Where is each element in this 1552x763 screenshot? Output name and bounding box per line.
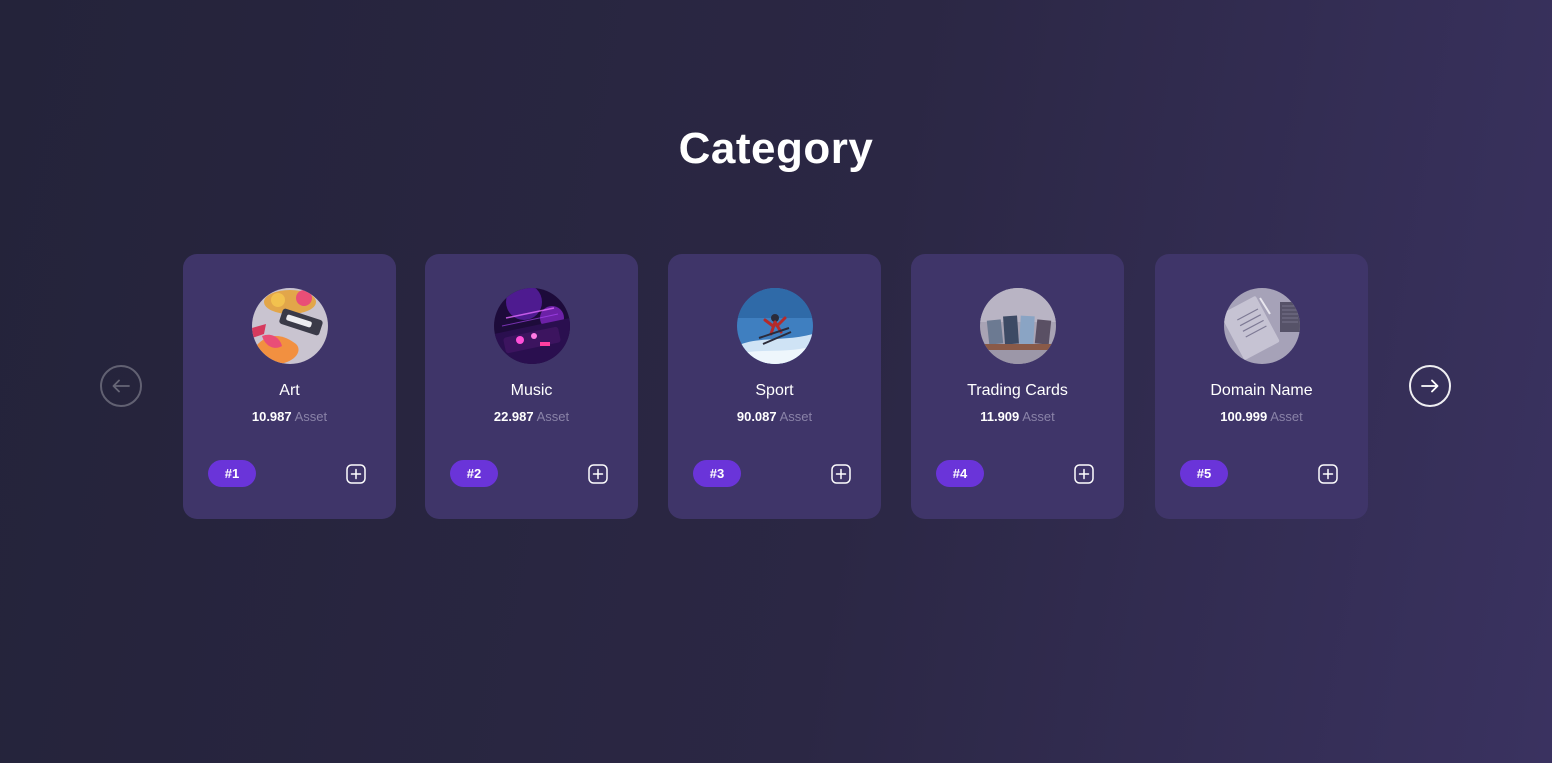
category-name: Music	[510, 382, 553, 399]
plus-square-icon	[1074, 464, 1094, 484]
category-card-trading-cards[interactable]: Trading Cards 11.909 Asset #4	[911, 254, 1124, 519]
category-name: Art	[279, 382, 300, 399]
add-category-button[interactable]	[588, 464, 608, 484]
asset-count-row: 90.087 Asset	[668, 409, 881, 424]
category-name: Domain Name	[1210, 382, 1313, 399]
asset-count: 100.999	[1220, 409, 1268, 424]
asset-count: 90.087	[736, 409, 777, 424]
asset-count: 22.987	[493, 409, 534, 424]
plus-square-icon	[588, 464, 608, 484]
plus-square-icon	[1318, 464, 1338, 484]
asset-label: Asset	[294, 409, 328, 424]
category-name: Sport	[755, 382, 794, 399]
music-thumbnail	[494, 288, 570, 364]
category-carousel: Art 10.987 Asset #1 Music 22.987 Asset #…	[0, 254, 1552, 519]
category-card-music[interactable]: Music 22.987 Asset #2	[425, 254, 638, 519]
category-card-art[interactable]: Art 10.987 Asset #1	[183, 254, 396, 519]
rank-badge: #2	[450, 460, 498, 487]
category-card-sport[interactable]: Sport 90.087 Asset #3	[668, 254, 881, 519]
asset-count-row: 100.999 Asset	[1155, 409, 1368, 424]
domain-name-thumbnail	[1224, 288, 1300, 364]
asset-label: Asset	[536, 409, 570, 424]
rank-badge: #1	[208, 460, 256, 487]
category-card-domain-name[interactable]: Domain Name 100.999 Asset #5	[1155, 254, 1368, 519]
asset-count-row: 11.909 Asset	[911, 409, 1124, 424]
carousel-next-button[interactable]	[1409, 365, 1451, 407]
asset-count-row: 10.987 Asset	[183, 409, 396, 424]
asset-label: Asset	[779, 409, 813, 424]
rank-badge: #3	[693, 460, 741, 487]
category-name: Trading Cards	[967, 382, 1068, 399]
trading-cards-thumbnail	[980, 288, 1056, 364]
add-category-button[interactable]	[346, 464, 366, 484]
rank-badge: #4	[936, 460, 984, 487]
plus-square-icon	[346, 464, 366, 484]
add-category-button[interactable]	[1318, 464, 1338, 484]
rank-badge: #5	[1180, 460, 1228, 487]
arrow-right-icon	[1421, 379, 1439, 393]
plus-square-icon	[831, 464, 851, 484]
asset-count: 11.909	[980, 409, 1020, 424]
add-category-button[interactable]	[1074, 464, 1094, 484]
art-thumbnail	[252, 288, 328, 364]
asset-count-row: 22.987 Asset	[425, 409, 638, 424]
asset-count: 10.987	[251, 409, 292, 424]
page-title: Category	[678, 124, 874, 173]
asset-label: Asset	[1022, 409, 1055, 424]
add-category-button[interactable]	[831, 464, 851, 484]
sport-thumbnail	[737, 288, 813, 364]
asset-label: Asset	[1270, 409, 1303, 424]
